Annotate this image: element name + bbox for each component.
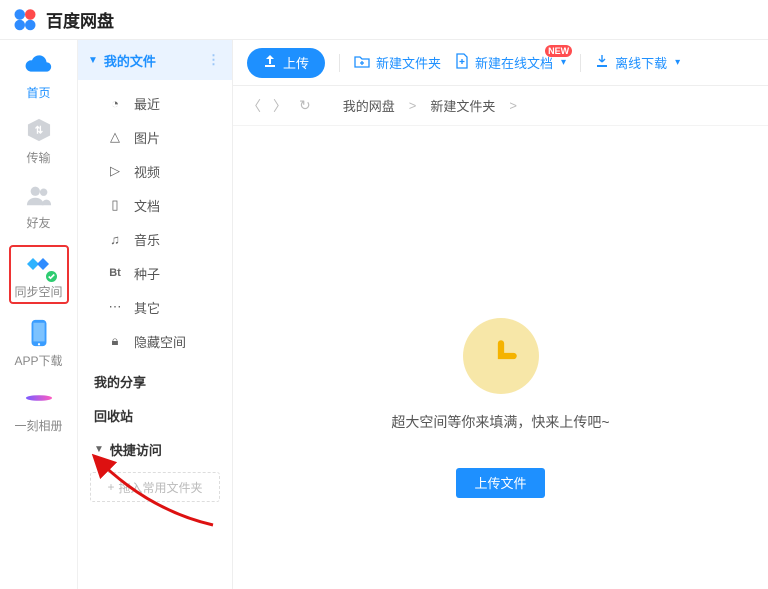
app-header: 百度网盘	[0, 0, 768, 40]
button-label: 新建在线文档	[475, 53, 553, 72]
tree-item-videos[interactable]: ▷ 视频	[78, 154, 232, 188]
phone-icon	[24, 318, 54, 348]
tree-header-my-files[interactable]: ▼ 我的文件 ⋮	[78, 40, 232, 80]
new-online-doc-button[interactable]: 新建在线文档 ▾ NEW	[455, 53, 566, 72]
caret-down-icon: ▼	[94, 444, 104, 455]
tree-section-label: 我的分享	[94, 372, 146, 391]
clock-illustration-icon	[463, 318, 539, 394]
rail-item-app-download[interactable]: APP下载	[9, 318, 69, 369]
tree-item-label: 隐藏空间	[134, 332, 186, 351]
upload-icon	[263, 54, 277, 71]
tree-section-label: 回收站	[94, 406, 133, 425]
rail-item-label: 一刻相册	[14, 417, 62, 434]
chevron-down-icon: ▾	[561, 57, 566, 68]
tree-item-label: 视频	[134, 162, 160, 181]
chevron-down-icon: ▾	[675, 57, 680, 68]
refresh-button[interactable]: ↻	[299, 97, 311, 114]
caret-down-icon: ▼	[88, 55, 98, 66]
tree-item-label: 文档	[134, 196, 160, 215]
tree-section-share[interactable]: 我的分享	[78, 364, 232, 398]
upload-button[interactable]: 上传	[247, 48, 325, 78]
breadcrumb-bar: 〈 〉 ↻ 我的网盘 > 新建文件夹 >	[233, 86, 768, 126]
nav-forward-button[interactable]: 〉	[273, 96, 287, 116]
nav-back-button[interactable]: 〈	[247, 96, 261, 116]
new-folder-button[interactable]: 新建文件夹	[354, 53, 441, 72]
file-tree: ▼ 我的文件 ⋮ ◔ 最近 △ 图片 ▷ 视频 ▯ 文档 ♫ 音乐 Bt 种子 ⋯ 其它 🔒︎…	[78, 40, 233, 589]
quick-access-drop[interactable]: + 拖入常用文件夹	[90, 472, 220, 502]
download-icon	[595, 54, 609, 71]
rail-item-sync-space[interactable]: 同步空间	[9, 245, 69, 304]
separator	[339, 54, 340, 72]
left-rail: 首页 ⇅ 传输 好友 同步空间	[0, 40, 78, 589]
tree-item-images[interactable]: △ 图片	[78, 120, 232, 154]
new-badge: NEW	[545, 45, 572, 57]
separator	[580, 54, 581, 72]
breadcrumb-separator: >	[409, 98, 417, 113]
rail-item-label: 传输	[26, 149, 50, 166]
rail-item-label: 好友	[26, 214, 50, 231]
tree-section-recycle[interactable]: 回收站	[78, 398, 232, 432]
button-label: 上传	[283, 53, 309, 72]
add-icon: +	[107, 480, 114, 494]
rail-item-transfer[interactable]: ⇅ 传输	[9, 115, 69, 166]
friends-icon	[24, 180, 54, 210]
doc-icon: ▯	[106, 197, 124, 213]
tree-list: ◔ 最近 △ 图片 ▷ 视频 ▯ 文档 ♫ 音乐 Bt 种子 ⋯ 其它 🔒︎ 隐藏空间	[78, 80, 232, 364]
breadcrumb-separator: >	[509, 98, 517, 113]
tree-item-label: 其它	[134, 298, 160, 317]
rail-item-label: 同步空间	[14, 283, 62, 300]
breadcrumb-root[interactable]: 我的网盘	[343, 96, 395, 115]
button-label: 离线下载	[615, 53, 667, 72]
rail-item-label: APP下载	[14, 352, 62, 369]
tree-item-music[interactable]: ♫ 音乐	[78, 222, 232, 256]
rail-item-label: 首页	[26, 84, 50, 101]
tree-item-recent[interactable]: ◔ 最近	[78, 86, 232, 120]
offline-download-button[interactable]: 离线下载 ▾	[595, 53, 680, 72]
music-icon: ♫	[106, 232, 124, 247]
toolbar: 上传 新建文件夹 新建在线文档 ▾ NEW 离线下载 ▾	[233, 40, 768, 86]
more-icon[interactable]: ⋮	[207, 52, 222, 68]
tree-section-label: 快捷访问	[110, 440, 162, 459]
rail-item-friends[interactable]: 好友	[9, 180, 69, 231]
sync-icon	[24, 249, 54, 279]
cloud-icon	[24, 50, 54, 80]
tree-item-label: 音乐	[134, 230, 160, 249]
lock-icon: 🔒︎	[106, 333, 124, 349]
button-label: 新建文件夹	[376, 53, 441, 72]
empty-upload-button[interactable]: 上传文件	[456, 468, 544, 498]
bt-icon: Bt	[106, 267, 124, 279]
tree-section-quick[interactable]: ▼ 快捷访问	[78, 432, 232, 466]
svg-text:⇅: ⇅	[34, 126, 43, 137]
tree-item-label: 图片	[134, 128, 160, 147]
transfer-icon: ⇅	[24, 115, 54, 145]
tree-item-label: 最近	[134, 94, 160, 113]
video-icon: ▷	[106, 163, 124, 179]
rail-item-album[interactable]: 一刻相册	[9, 383, 69, 434]
clock-icon: ◔	[106, 96, 124, 111]
app-logo-icon	[10, 7, 40, 33]
main-area: 上传 新建文件夹 新建在线文档 ▾ NEW 离线下载 ▾	[233, 40, 768, 589]
tree-item-docs[interactable]: ▯ 文档	[78, 188, 232, 222]
tree-item-hidden[interactable]: 🔒︎ 隐藏空间	[78, 324, 232, 358]
other-icon: ⋯	[106, 299, 124, 315]
quick-access-placeholder: 拖入常用文件夹	[119, 479, 203, 496]
image-icon: △	[106, 129, 124, 145]
tree-item-bt[interactable]: Bt 种子	[78, 256, 232, 290]
rail-item-home[interactable]: 首页	[9, 50, 69, 101]
empty-state: 超大空间等你来填满，快来上传吧~ 上传文件	[233, 126, 768, 589]
tree-header-label: 我的文件	[104, 51, 156, 70]
doc-plus-icon	[455, 53, 469, 72]
breadcrumb-folder[interactable]: 新建文件夹	[430, 96, 495, 115]
album-icon	[24, 383, 54, 413]
folder-plus-icon	[354, 54, 370, 71]
tree-item-label: 种子	[134, 264, 160, 283]
empty-message: 超大空间等你来填满，快来上传吧~	[391, 412, 609, 432]
tree-item-other[interactable]: ⋯ 其它	[78, 290, 232, 324]
app-title: 百度网盘	[46, 7, 114, 32]
